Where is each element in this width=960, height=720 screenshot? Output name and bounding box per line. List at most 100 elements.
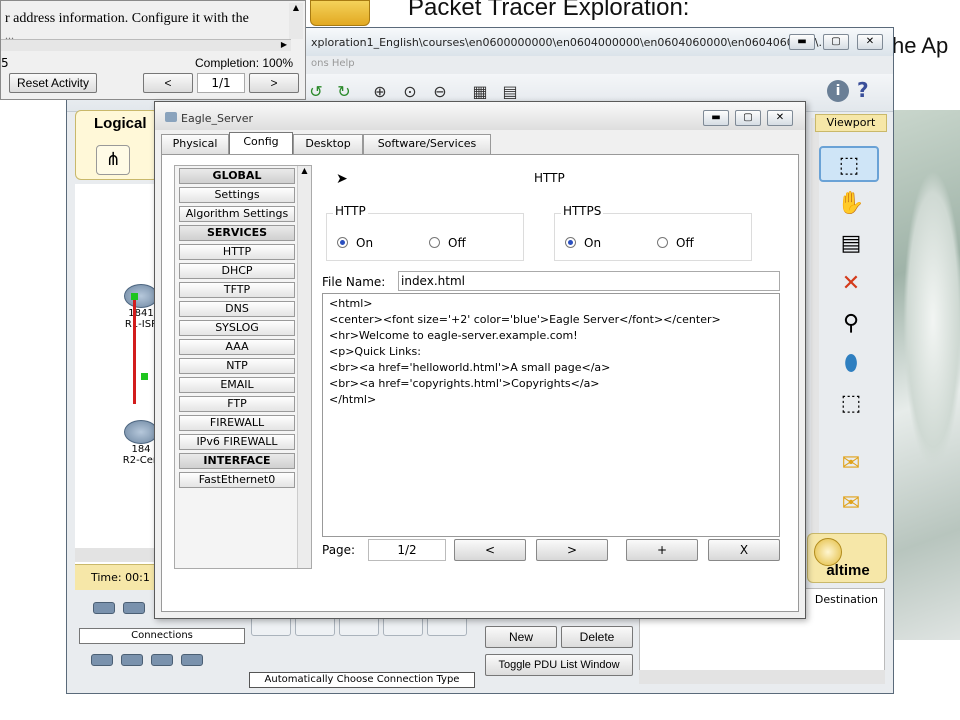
info-icon[interactable]: i — [827, 80, 849, 102]
service-item-aaa[interactable]: AAA — [179, 339, 295, 355]
file-name-input[interactable]: index.html — [398, 271, 780, 291]
switches-category-icon[interactable] — [123, 602, 145, 614]
dialog-close-button[interactable]: ✕ — [767, 110, 793, 126]
editor-remove-file-button[interactable]: X — [708, 539, 780, 561]
custom-devices-category-icon[interactable] — [151, 654, 173, 666]
time-label: Time: 00:1 — [91, 571, 150, 584]
link-port-indicator — [131, 293, 138, 300]
prev-page-button[interactable]: < — [143, 73, 193, 93]
logical-tab-label: Logical — [94, 115, 147, 132]
pt-menu[interactable]: ons Help — [311, 58, 355, 69]
radio-selected-icon — [565, 237, 576, 248]
dialog-titlebar: Eagle_Server ▬ ▢ ✕ — [155, 102, 805, 130]
service-header-interface: INTERFACE — [179, 453, 295, 469]
resize-shape-icon[interactable]: ⬚ — [821, 386, 881, 422]
service-list: GLOBAL Settings Algorithm Settings SERVI… — [174, 165, 312, 569]
destination-header: Destination — [814, 593, 878, 606]
reset-activity-button[interactable]: Reset Activity — [9, 73, 97, 93]
service-item-fastethernet0[interactable]: FastEthernet0 — [179, 472, 295, 488]
radio-label: On — [584, 236, 602, 250]
service-item-http[interactable]: HTTP — [179, 244, 295, 260]
pt-close-button[interactable]: ✕ — [857, 34, 883, 50]
scroll-right-icon[interactable]: ▶ — [281, 40, 287, 49]
service-item-dns[interactable]: DNS — [179, 301, 295, 317]
router-icon — [124, 420, 158, 444]
https-on-radio[interactable]: On — [565, 236, 601, 250]
wan-emulation-category-icon[interactable] — [121, 654, 143, 666]
select-tool-icon[interactable]: ⬚ — [819, 146, 879, 182]
service-item-algorithm-settings[interactable]: Algorithm Settings — [179, 206, 295, 222]
pt-maximize-button[interactable]: ▢ — [823, 34, 849, 50]
config-panel: GLOBAL Settings Algorithm Settings SERVI… — [161, 154, 799, 612]
radio-label: Off — [676, 236, 694, 250]
editor-prev-button[interactable]: < — [454, 539, 526, 561]
tab-physical[interactable]: Physical — [161, 134, 229, 154]
delete-pdu-button[interactable]: Delete — [561, 626, 633, 648]
pt-minimize-button[interactable]: ▬ — [789, 34, 815, 50]
help-icon[interactable]: ? — [857, 78, 869, 102]
end-devices-category-icon[interactable] — [91, 654, 113, 666]
http-off-radio[interactable]: Off — [429, 236, 466, 250]
server-icon — [165, 112, 177, 122]
logical-topology-icon: ⋔ — [96, 145, 130, 175]
next-page-button[interactable]: > — [249, 73, 299, 93]
dialog-minimize-button[interactable]: ▬ — [703, 110, 729, 126]
instructions-vscroll[interactable]: ▲ — [289, 3, 303, 39]
service-item-tftp[interactable]: TFTP — [179, 282, 295, 298]
http-group: HTTP On Off — [326, 204, 524, 261]
http-on-radio[interactable]: On — [337, 236, 373, 250]
inspect-tool-icon[interactable]: ⚲ — [821, 306, 881, 342]
multiuser-category-icon[interactable] — [181, 654, 203, 666]
editor-page-field: 1/2 — [368, 539, 446, 561]
instructions-hscroll[interactable]: ▶ — [1, 39, 291, 51]
slide-right-text: he Ap — [892, 33, 949, 58]
radio-unselected-icon — [657, 237, 668, 248]
workspace-hscroll[interactable] — [75, 548, 155, 562]
realtime-mode-tab[interactable]: altime — [807, 533, 887, 583]
activity-instructions-window: r address information. Configure it with… — [0, 0, 306, 100]
routers-category-icon[interactable] — [93, 602, 115, 614]
service-header-services: SERVICES — [179, 225, 295, 241]
new-pdu-button[interactable]: New — [485, 626, 557, 648]
service-item-settings[interactable]: Settings — [179, 187, 295, 203]
link-port-indicator — [141, 373, 148, 380]
editor-page-label: Page: — [322, 543, 356, 557]
eagle-server-dialog: Eagle_Server ▬ ▢ ✕ Physical Config Deskt… — [154, 101, 806, 619]
https-group: HTTPS On Off — [554, 204, 752, 261]
pdu-hscroll[interactable] — [639, 670, 885, 684]
move-layout-icon[interactable]: ✋ — [821, 186, 881, 222]
place-note-icon[interactable]: ▤ — [821, 226, 881, 262]
tab-software-services[interactable]: Software/Services — [363, 134, 491, 154]
service-item-email[interactable]: EMAIL — [179, 377, 295, 393]
email-icon — [310, 0, 370, 26]
draw-shape-icon[interactable]: ⬮ — [821, 346, 881, 382]
dialog-maximize-button[interactable]: ▢ — [735, 110, 761, 126]
https-off-radio[interactable]: Off — [657, 236, 694, 250]
service-item-ntp[interactable]: NTP — [179, 358, 295, 374]
service-item-ipv6-firewall[interactable]: IPv6 FIREWALL — [179, 434, 295, 450]
side-toolbar-scroll[interactable] — [811, 118, 819, 578]
editor-add-file-button[interactable]: + — [626, 539, 698, 561]
viewport-tab[interactable]: Viewport — [815, 114, 887, 132]
service-item-dhcp[interactable]: DHCP — [179, 263, 295, 279]
router-icon — [124, 284, 158, 308]
editor-next-button[interactable]: > — [536, 539, 608, 561]
add-simple-pdu-icon[interactable]: ✉ — [821, 446, 881, 482]
add-complex-pdu-icon[interactable]: ✉ — [821, 486, 881, 522]
service-item-syslog[interactable]: SYSLOG — [179, 320, 295, 336]
service-item-ftp[interactable]: FTP — [179, 396, 295, 412]
delete-tool-icon[interactable]: ✕ — [821, 266, 881, 302]
file-content-editor[interactable]: <html> <center><font size='+2' color='bl… — [322, 293, 780, 537]
connection-type-status: Automatically Choose Connection Type — [249, 672, 475, 688]
serial-cable[interactable] — [133, 294, 136, 404]
service-item-firewall[interactable]: FIREWALL — [179, 415, 295, 431]
http-heading: HTTP — [534, 171, 565, 185]
tab-config[interactable]: Config — [229, 132, 293, 155]
instructions-line: r address information. Configure it with… — [5, 11, 249, 26]
toggle-pdu-list-button[interactable]: Toggle PDU List Window — [485, 654, 633, 676]
logical-workspace-tab[interactable]: Logical ⋔ — [75, 110, 159, 180]
completion-status: Completion: 100% — [195, 56, 294, 70]
service-list-scrollbar[interactable]: ▲ — [297, 166, 311, 568]
http-group-caption: HTTP — [333, 204, 368, 218]
tab-desktop[interactable]: Desktop — [293, 134, 363, 154]
